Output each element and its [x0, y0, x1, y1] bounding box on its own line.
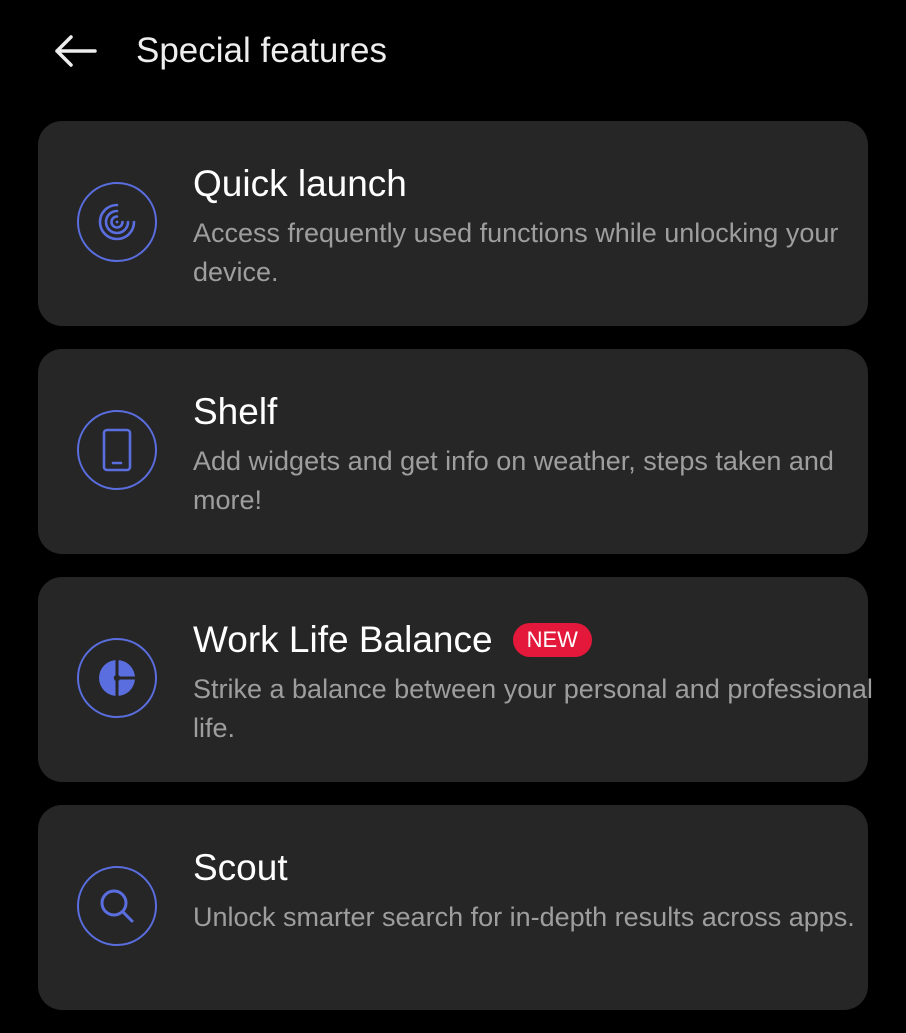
feature-card-work-life-balance[interactable]: Work Life Balance NEW Strike a balance b…: [38, 577, 873, 782]
card-description: Access frequently used functions while u…: [193, 218, 839, 287]
feature-card-scout[interactable]: Scout Unlock smarter search for in-depth…: [38, 805, 868, 1010]
shelf-phone-icon: [77, 410, 157, 490]
card-title-row: Scout: [193, 846, 288, 890]
app-header: Special features: [0, 0, 906, 104]
card-description: Unlock smarter search for in-depth resul…: [193, 902, 855, 932]
card-title-row: Quick launch: [193, 162, 407, 206]
back-button[interactable]: [44, 22, 106, 80]
card-description: Strike a balance between your personal a…: [193, 674, 873, 743]
card-title: Shelf: [193, 391, 278, 432]
card-title-row: Shelf: [193, 390, 277, 434]
work-life-balance-icon: [77, 638, 157, 718]
search-icon: [77, 866, 157, 946]
feature-list: Quick launch Access frequently used func…: [38, 121, 873, 1033]
card-title: Quick launch: [193, 163, 407, 204]
quick-launch-fingerprint-icon: [77, 182, 157, 262]
arrow-left-icon: [55, 35, 97, 67]
new-badge: NEW: [512, 623, 592, 657]
card-title-row: Work Life Balance NEW: [193, 618, 592, 662]
page-title: Special features: [136, 31, 387, 70]
card-title: Work Life Balance: [193, 619, 493, 660]
feature-card-shelf[interactable]: Shelf Add widgets and get info on weathe…: [38, 349, 868, 554]
card-title: Scout: [193, 847, 288, 888]
feature-card-quick-launch[interactable]: Quick launch Access frequently used func…: [38, 121, 868, 326]
card-description: Add widgets and get info on weather, ste…: [193, 446, 834, 515]
